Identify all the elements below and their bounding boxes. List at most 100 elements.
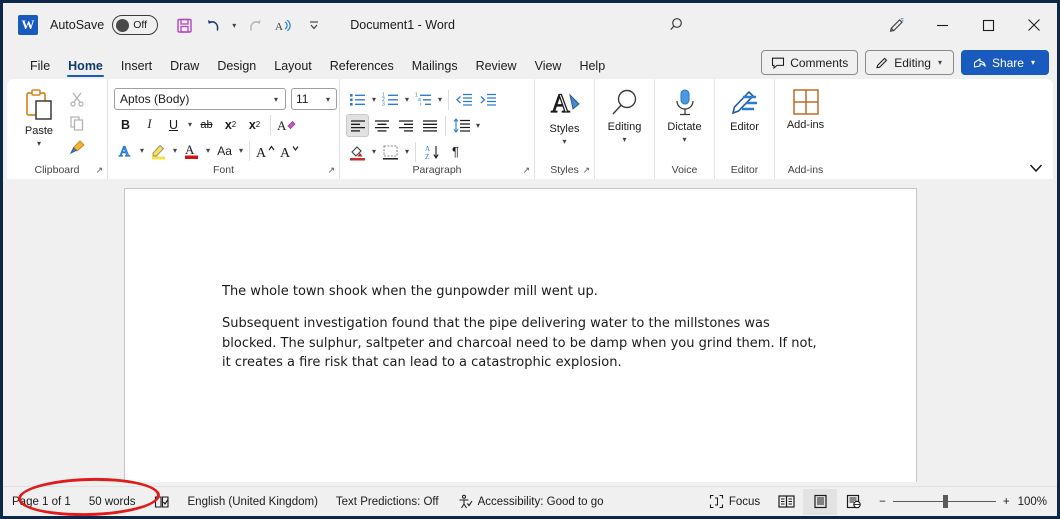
- tab-layout[interactable]: Layout: [265, 59, 321, 80]
- zoom-slider[interactable]: − +: [879, 494, 1010, 508]
- accessibility-status[interactable]: Accessibility: Good to go: [448, 490, 613, 514]
- editor-button[interactable]: Editor: [721, 84, 768, 158]
- search-button[interactable]: [623, 11, 733, 39]
- web-layout-view-button[interactable]: [837, 489, 871, 515]
- close-icon[interactable]: [1011, 3, 1057, 47]
- minimize-icon[interactable]: [919, 3, 965, 47]
- borders-button[interactable]: [379, 140, 402, 163]
- numbering-button[interactable]: 1 2 3: [379, 88, 402, 111]
- undo-icon[interactable]: [200, 11, 228, 39]
- clipboard-dialog-launcher-icon[interactable]: ↗: [95, 165, 103, 176]
- text-effects-chevron-down-icon[interactable]: ▾: [138, 146, 146, 155]
- editing-chevron-down-icon[interactable]: ▾: [936, 58, 944, 67]
- font-color-button[interactable]: A: [180, 139, 203, 162]
- share-chevron-down-icon[interactable]: ▾: [1029, 58, 1037, 67]
- tab-design[interactable]: Design: [208, 59, 265, 80]
- editing-group-button[interactable]: Editing ▾: [601, 84, 648, 158]
- show-formatting-marks-button[interactable]: ¶: [444, 140, 467, 163]
- sort-button[interactable]: A Z: [420, 140, 443, 163]
- styles-chevron-down-icon[interactable]: ▾: [560, 137, 568, 146]
- zoom-out-button[interactable]: −: [879, 496, 886, 508]
- change-case-chevron-down-icon[interactable]: ▾: [237, 146, 245, 155]
- cut-icon[interactable]: [65, 88, 89, 110]
- align-left-button[interactable]: [346, 114, 369, 137]
- bullets-button[interactable]: [346, 88, 369, 111]
- tab-review[interactable]: Review: [467, 59, 526, 80]
- line-spacing-button[interactable]: [450, 114, 473, 137]
- decrease-indent-button[interactable]: [453, 88, 476, 111]
- print-layout-view-button[interactable]: [803, 488, 838, 515]
- tab-help[interactable]: Help: [570, 59, 614, 80]
- italic-button[interactable]: I: [138, 113, 161, 136]
- zoom-slider-thumb[interactable]: [942, 494, 948, 508]
- page-number-status[interactable]: Page 1 of 1: [3, 490, 80, 514]
- align-right-button[interactable]: [394, 114, 417, 137]
- tab-insert[interactable]: Insert: [112, 59, 161, 80]
- copy-icon[interactable]: [65, 112, 89, 134]
- line-spacing-chevron-down-icon[interactable]: ▾: [474, 121, 482, 130]
- justify-button[interactable]: [418, 114, 441, 137]
- shading-button[interactable]: [346, 140, 369, 163]
- shrink-font-button[interactable]: A: [278, 139, 301, 162]
- strikethrough-button[interactable]: ab: [195, 113, 218, 136]
- bold-button[interactable]: B: [114, 113, 137, 136]
- collapse-ribbon-chevron-down-icon[interactable]: [1029, 163, 1043, 173]
- share-button[interactable]: Share ▾: [960, 50, 1049, 75]
- addins-button[interactable]: Add-ins: [781, 84, 830, 158]
- shading-chevron-down-icon[interactable]: ▾: [370, 147, 378, 156]
- format-painter-icon[interactable]: [65, 136, 89, 158]
- font-family-combobox[interactable]: Aptos (Body) ▾: [114, 88, 286, 110]
- numbering-chevron-down-icon[interactable]: ▾: [403, 95, 411, 104]
- font-color-chevron-down-icon[interactable]: ▾: [204, 146, 212, 155]
- highlight-chevron-down-icon[interactable]: ▾: [171, 146, 179, 155]
- multilevel-list-button[interactable]: 1 a i: [412, 88, 435, 111]
- proofing-errors-icon[interactable]: [145, 490, 179, 514]
- autosave-toggle[interactable]: Off: [112, 15, 159, 35]
- paste-button[interactable]: Paste ▾: [13, 84, 65, 158]
- document-page[interactable]: The whole town shook when the gunpowder …: [124, 188, 917, 482]
- tab-file[interactable]: File: [21, 59, 59, 80]
- text-predictions-status[interactable]: Text Predictions: Off: [327, 490, 448, 514]
- word-app-icon[interactable]: W: [18, 15, 38, 35]
- customize-quick-access-icon[interactable]: [300, 11, 328, 39]
- tab-home[interactable]: Home: [59, 59, 112, 80]
- bullets-chevron-down-icon[interactable]: ▾: [370, 95, 378, 104]
- align-center-button[interactable]: [370, 114, 393, 137]
- styles-button[interactable]: A Styles ▾: [541, 84, 588, 158]
- paste-chevron-down-icon[interactable]: ▾: [35, 139, 43, 148]
- maximize-icon[interactable]: [965, 3, 1011, 47]
- font-dialog-launcher-icon[interactable]: ↗: [327, 165, 335, 176]
- text-effects-button[interactable]: A: [114, 139, 137, 162]
- tab-draw[interactable]: Draw: [161, 59, 208, 80]
- read-mode-view-button[interactable]: [769, 489, 803, 515]
- zoom-in-button[interactable]: +: [1003, 496, 1010, 508]
- clear-formatting-button[interactable]: A: [275, 113, 298, 136]
- save-icon[interactable]: [170, 11, 198, 39]
- read-aloud-icon[interactable]: A: [270, 11, 298, 39]
- zoom-level-label[interactable]: 100%: [1018, 496, 1057, 508]
- multilevel-chevron-down-icon[interactable]: ▾: [436, 95, 444, 104]
- document-body-text[interactable]: The whole town shook when the gunpowder …: [222, 282, 822, 373]
- underline-button[interactable]: U: [162, 113, 185, 136]
- font-family-chevron-down-icon[interactable]: ▾: [272, 95, 280, 104]
- font-size-chevron-down-icon[interactable]: ▾: [324, 95, 332, 104]
- grow-font-button[interactable]: A: [254, 139, 277, 162]
- zoom-slider-track[interactable]: [892, 494, 996, 508]
- editing-mode-button[interactable]: Editing ▾: [865, 50, 954, 75]
- tab-references[interactable]: References: [321, 59, 403, 80]
- paragraph-1[interactable]: The whole town shook when the gunpowder …: [222, 282, 822, 302]
- paragraph-2[interactable]: Subsequent investigation found that the …: [222, 314, 822, 373]
- dictate-chevron-down-icon[interactable]: ▾: [680, 135, 688, 144]
- comments-button[interactable]: Comments: [761, 50, 859, 75]
- change-case-button[interactable]: Aa: [213, 139, 236, 162]
- text-highlight-color-button[interactable]: [147, 139, 170, 162]
- editing-group-chevron-down-icon[interactable]: ▾: [620, 135, 628, 144]
- pen-draw-icon[interactable]: [873, 3, 919, 47]
- paragraph-dialog-launcher-icon[interactable]: ↗: [522, 165, 530, 176]
- document-canvas[interactable]: The whole town shook when the gunpowder …: [3, 179, 1057, 482]
- tab-mailings[interactable]: Mailings: [403, 59, 467, 80]
- underline-chevron-down-icon[interactable]: ▾: [186, 120, 194, 129]
- font-size-combobox[interactable]: 11 ▾: [291, 88, 337, 110]
- tab-view[interactable]: View: [526, 59, 571, 80]
- language-status[interactable]: English (United Kingdom): [179, 490, 327, 514]
